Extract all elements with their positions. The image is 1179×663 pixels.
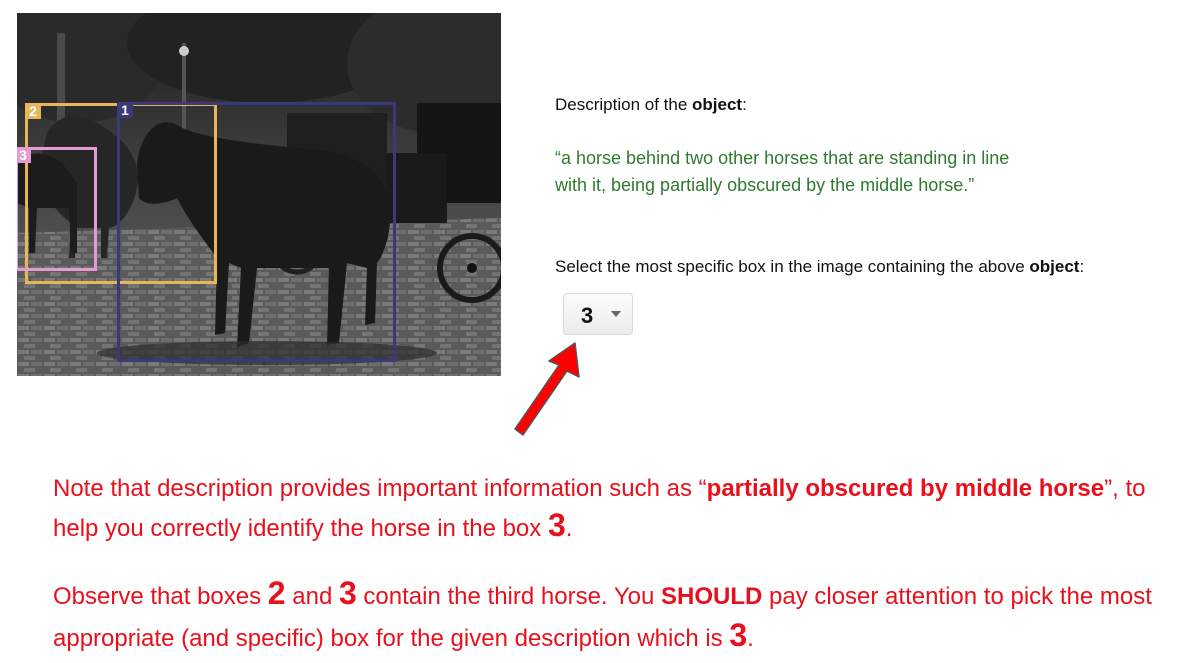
select-label-bold: object xyxy=(1029,257,1080,276)
object-description-line-2: with it, being partially obscured by the… xyxy=(555,175,975,195)
bounding-box-2-label: 2 xyxy=(25,103,41,119)
description-label: Description of the object: xyxy=(555,95,747,115)
horse-photo: 2 1 3 xyxy=(17,13,501,376)
note-paragraph-1: Note that description provides important… xyxy=(53,470,1163,547)
box-number-selected-value: 3 xyxy=(581,303,594,328)
description-label-suffix: : xyxy=(742,95,747,114)
note-1-text-a: Note that description provides important… xyxy=(53,475,707,502)
bounding-box-3: 3 xyxy=(17,147,97,271)
box-number-dropdown[interactable]: 3 xyxy=(563,293,633,335)
note-paragraph-2: Observe that boxes 2 and 3 contain the t… xyxy=(53,574,1163,658)
select-label-suffix: : xyxy=(1079,257,1085,276)
chevron-down-icon xyxy=(611,311,621,317)
note-2-period: . xyxy=(747,625,754,652)
note-2-box-number-2: 2 xyxy=(267,575,286,611)
bounding-box-3-label: 3 xyxy=(17,147,31,163)
red-arrow-icon xyxy=(514,342,580,436)
note-2-box-number-3: 3 xyxy=(338,575,357,611)
note-1-box-number: 3 xyxy=(547,507,566,543)
select-label-prefix: Select the most specific box in the imag… xyxy=(555,257,1030,276)
description-label-bold: object xyxy=(692,95,743,114)
note-1-emphasis: partially obscured by middle horse xyxy=(706,475,1105,502)
note-2-answer-number: 3 xyxy=(729,617,748,653)
note-2-text-e: contain the third horse. You xyxy=(356,583,661,610)
note-2-should: SHOULD xyxy=(660,583,763,610)
bounding-box-1: 1 xyxy=(117,102,396,362)
description-label-prefix: Description of the xyxy=(555,95,693,114)
note-2-text-c: and xyxy=(285,583,339,610)
bounding-box-1-label: 1 xyxy=(117,102,133,118)
object-description-line-1: “a horse behind two other horses that ar… xyxy=(555,148,1010,168)
select-box-label: Select the most specific box in the imag… xyxy=(555,257,1084,277)
note-2-text-a: Observe that boxes xyxy=(53,583,268,610)
object-description: “a horse behind two other horses that ar… xyxy=(555,145,1075,199)
note-1-period: . xyxy=(565,515,573,542)
